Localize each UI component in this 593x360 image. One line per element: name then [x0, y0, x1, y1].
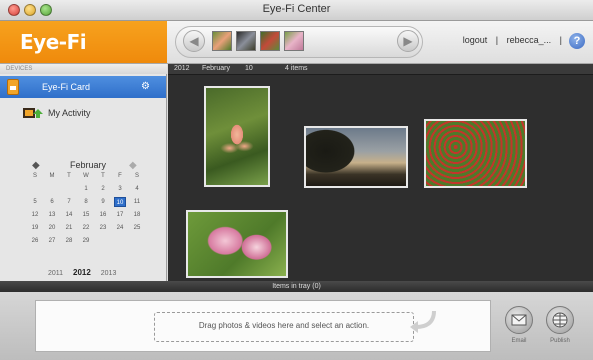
- photo-thumbnail[interactable]: [424, 119, 527, 188]
- calendar-day[interactable]: 7: [63, 197, 75, 207]
- sidebar: DEVICES Eye-Fi Card ⚙ My Activity Februa…: [0, 64, 167, 281]
- calendar-day[interactable]: 1: [80, 184, 92, 194]
- photo-thumbnail[interactable]: [304, 126, 408, 188]
- devices-section-label: DEVICES: [0, 64, 167, 74]
- publish-label: Publish: [550, 338, 570, 344]
- calendar-day[interactable]: 3: [114, 184, 126, 194]
- envelope-icon: [511, 314, 527, 326]
- calendar-day[interactable]: 19: [29, 223, 41, 233]
- calendar-day[interactable]: 24: [114, 223, 126, 233]
- strip-thumbnail[interactable]: [212, 31, 232, 51]
- year-2011[interactable]: 2011: [48, 270, 63, 277]
- calendar-day[interactable]: 15: [80, 210, 92, 220]
- calendar-day[interactable]: 4: [131, 184, 143, 194]
- year-2012[interactable]: 2012: [73, 268, 91, 277]
- next-month-button[interactable]: ◆: [129, 160, 137, 171]
- calendar-day[interactable]: 9: [97, 197, 109, 207]
- email-button[interactable]: [505, 306, 533, 334]
- calendar-day[interactable]: 8: [80, 197, 92, 207]
- calendar-day[interactable]: 5: [29, 197, 41, 207]
- app-window: Eye-Fi Center Eye-Fi ◀ ▶ logout | rebecc…: [0, 0, 593, 360]
- separator: |: [559, 35, 562, 45]
- calendar-day[interactable]: 12: [29, 210, 41, 220]
- calendar-day[interactable]: 26: [29, 236, 41, 246]
- help-icon[interactable]: ?: [569, 33, 585, 49]
- day-of-week-label: T: [101, 173, 105, 179]
- header-links: logout | rebecca_... |: [460, 35, 565, 45]
- strip-thumbnail[interactable]: [260, 31, 280, 51]
- eye-fi-logo: Eye-Fi: [20, 30, 87, 54]
- calendar-day[interactable]: 10: [114, 197, 126, 207]
- separator: |: [495, 35, 499, 45]
- calendar-day[interactable]: 17: [114, 210, 126, 220]
- logout-link[interactable]: logout: [463, 35, 488, 45]
- calendar-day[interactable]: 27: [46, 236, 58, 246]
- drop-instructions: Drag photos & videos here and select an …: [198, 321, 370, 330]
- day-of-week-label: S: [134, 173, 139, 179]
- gear-icon[interactable]: ⚙: [141, 81, 150, 92]
- arrow-right-icon[interactable]: ▶: [397, 30, 419, 52]
- calendar-day[interactable]: 11: [131, 197, 143, 207]
- photo-thumbnail[interactable]: [186, 210, 288, 278]
- day-of-week-label: M: [49, 173, 55, 179]
- item-count: 4 items: [285, 65, 308, 72]
- curved-arrow-icon: [410, 310, 436, 333]
- app-header: Eye-Fi ◀ ▶ logout | rebecca_... | ?: [0, 21, 593, 64]
- calendar-day[interactable]: 6: [46, 197, 58, 207]
- calendar-day[interactable]: 25: [131, 223, 143, 233]
- calendar-day[interactable]: 18: [131, 210, 143, 220]
- calendar-day[interactable]: 13: [46, 210, 58, 220]
- logo-area: Eye-Fi: [0, 21, 167, 63]
- drop-zone[interactable]: Drag photos & videos here and select an …: [35, 300, 491, 352]
- strip-thumbnail[interactable]: [284, 31, 304, 51]
- year-selector: 2011 2012 2013: [48, 268, 124, 277]
- day-of-week-label: S: [32, 173, 37, 179]
- calendar-day[interactable]: 2: [97, 184, 109, 194]
- breadcrumb-day[interactable]: 10: [245, 64, 253, 74]
- action-tray: Drag photos & videos here and select an …: [0, 292, 593, 360]
- year-2013[interactable]: 2013: [101, 270, 117, 277]
- sidebar-item-eye-fi-card[interactable]: Eye-Fi Card ⚙: [0, 76, 166, 98]
- photo-thumbnail[interactable]: [204, 86, 270, 187]
- calendar-day[interactable]: 20: [46, 223, 58, 233]
- day-of-week-label: W: [83, 173, 89, 179]
- calendar-day[interactable]: 21: [63, 223, 75, 233]
- calendar-day[interactable]: 23: [97, 223, 109, 233]
- globe-icon: [552, 312, 568, 328]
- sidebar-item-my-activity[interactable]: My Activity: [0, 102, 166, 124]
- photo-browser: 2012 February 10 4 items: [168, 64, 593, 281]
- calendar-day[interactable]: 28: [63, 236, 75, 246]
- sidebar-item-label: Eye-Fi Card: [42, 82, 91, 92]
- tray-bar: Items in tray (0): [0, 281, 593, 292]
- email-label: Email: [511, 338, 527, 344]
- calendar-day[interactable]: 14: [63, 210, 75, 220]
- memory-card-icon: [7, 79, 19, 95]
- previous-month-button[interactable]: ◆: [32, 160, 40, 171]
- arrow-left-icon[interactable]: ◀: [183, 30, 205, 52]
- breadcrumb-month[interactable]: February: [202, 64, 230, 74]
- day-of-week-label: F: [118, 173, 122, 179]
- user-link[interactable]: rebecca_...: [507, 35, 552, 45]
- strip-thumbnail[interactable]: [236, 31, 256, 51]
- calendar-day[interactable]: 16: [97, 210, 109, 220]
- calendar-day[interactable]: 29: [80, 236, 92, 246]
- sidebar-item-label: My Activity: [48, 108, 91, 118]
- breadcrumb-year[interactable]: 2012: [174, 64, 190, 74]
- activity-icon: [23, 108, 43, 118]
- day-of-week-label: T: [67, 173, 71, 179]
- breadcrumb: 2012 February 10 4 items: [168, 64, 593, 75]
- window-title: Eye-Fi Center: [262, 3, 331, 15]
- publish-button[interactable]: [546, 306, 574, 334]
- title-bar: Eye-Fi Center: [0, 0, 593, 21]
- calendar-day[interactable]: 22: [80, 223, 92, 233]
